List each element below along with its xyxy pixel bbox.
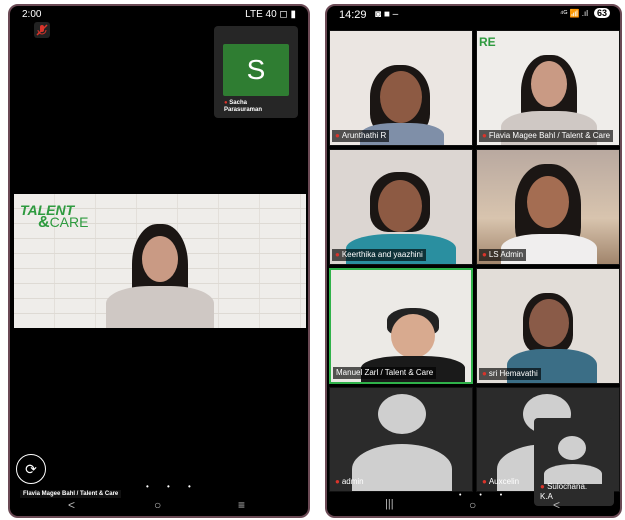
participant-tile[interactable]: RE ● Flavia Magee Bahl / Talent & Care: [476, 30, 620, 146]
participant-name: LS Admin: [488, 250, 524, 259]
brand-logo-word: CARE: [49, 214, 89, 230]
brand-logo-amp: &: [38, 214, 50, 231]
mic-muted-icon: ●: [335, 477, 340, 486]
mic-off-icon[interactable]: [34, 22, 50, 38]
nav-menu-button[interactable]: ≡: [238, 498, 245, 512]
status-bar: 14:29 ◙ ■ – ⁴ᴳ 📶 .ıl 63: [327, 6, 620, 24]
participant-name-label: Manuel Zarl / Talent & Care: [333, 367, 437, 379]
participant-name-label: ● admin: [332, 476, 367, 488]
mic-muted-icon: ●: [482, 250, 487, 259]
signal-icons: ⁴ᴳ 📶 .ıl: [559, 9, 588, 18]
participant-name: sri Hemavathi: [488, 369, 538, 378]
thumbnail-name-line1: Sacha: [229, 100, 247, 106]
right-phone-screen: 14:29 ◙ ■ – ⁴ᴳ 📶 .ıl 63 ● Arunthathi R RE…: [325, 4, 622, 518]
status-notification-icons: ◙ ■ –: [375, 9, 399, 20]
participant-tile[interactable]: ● Keerthika and yaazhini: [329, 149, 473, 265]
participant-thumbnail[interactable]: S ● Sacha Parasuraman: [214, 26, 298, 118]
participant-name: admin: [341, 477, 364, 486]
participant-tile[interactable]: ● admin: [329, 387, 473, 492]
participant-name: Manuel Zarl / Talent & Care: [336, 368, 434, 377]
participant-name: Arunthathi R: [341, 131, 387, 140]
active-speaker-video[interactable]: TALENT &CARE: [14, 194, 306, 328]
mic-muted-icon: ●: [540, 482, 545, 491]
nav-back-button[interactable]: <: [553, 498, 560, 512]
brand-logo-line2: &CARE: [38, 214, 88, 232]
system-nav-bar: < ○ ≡: [10, 496, 308, 516]
mic-muted-icon: ●: [335, 250, 340, 259]
brand-logo-fragment: RE: [479, 35, 496, 49]
nav-recents-button[interactable]: |||: [385, 498, 394, 510]
participant-name: Auxcelin: [488, 477, 520, 486]
speaker-figure: [100, 224, 220, 328]
mic-muted-icon: ●: [224, 100, 228, 106]
participant-name-label: ● Keerthika and yaazhini: [332, 249, 426, 261]
participant-name: Keerthika and yaazhini: [341, 250, 423, 259]
participant-grid: ● Arunthathi R RE ● Flavia Magee Bahl / Ta…: [329, 30, 620, 506]
participant-name-label: ● Auxcelin: [479, 476, 522, 488]
status-bar: 2:00 LTE 40 ◻ ▮: [10, 6, 308, 24]
left-phone-screen: 2:00 LTE 40 ◻ ▮ S ● Sacha Parasuraman TA…: [8, 4, 310, 518]
participant-name-label: ● Flavia Magee Bahl / Talent & Care: [479, 130, 614, 142]
thumbnail-name-line2: Parasuraman: [224, 107, 263, 113]
avatar: S: [223, 44, 289, 96]
nav-home-button[interactable]: ○: [154, 498, 161, 512]
switch-camera-button[interactable]: ⟳: [16, 454, 46, 484]
participant-name-label: ● Arunthathi R: [332, 130, 390, 142]
self-view-pip[interactable]: ● Sulochana. K.A: [534, 418, 614, 506]
mic-muted-icon: ●: [482, 369, 487, 378]
participant-name-label: ● sri Hemavathi: [479, 368, 541, 380]
participant-tile[interactable]: ● sri Hemavathi: [476, 268, 620, 384]
status-time: 2:00: [22, 9, 42, 20]
pip-name-line1: Sulochana.: [547, 482, 588, 491]
status-icons: LTE 40 ◻ ▮: [245, 9, 296, 20]
battery-icon: 63: [593, 8, 610, 18]
participant-tile[interactable]: ● Arunthathi R: [329, 30, 473, 146]
participant-name-label: ● LS Admin: [479, 249, 527, 261]
thumbnail-name: ● Sacha Parasuraman: [224, 100, 262, 114]
page-indicator: • • •: [146, 482, 199, 491]
system-nav-bar: ||| ○ <: [327, 496, 620, 516]
participant-name: Flavia Magee Bahl / Talent & Care: [488, 131, 611, 140]
participant-tile-active[interactable]: Manuel Zarl / Talent & Care: [329, 268, 473, 384]
status-time: 14:29: [339, 9, 367, 21]
participant-tile[interactable]: ● LS Admin: [476, 149, 620, 265]
mic-muted-icon: ●: [335, 131, 340, 140]
nav-back-button[interactable]: <: [68, 498, 75, 512]
mic-muted-icon: ●: [482, 131, 487, 140]
mic-muted-icon: ●: [482, 477, 487, 486]
nav-home-button[interactable]: ○: [469, 498, 476, 512]
